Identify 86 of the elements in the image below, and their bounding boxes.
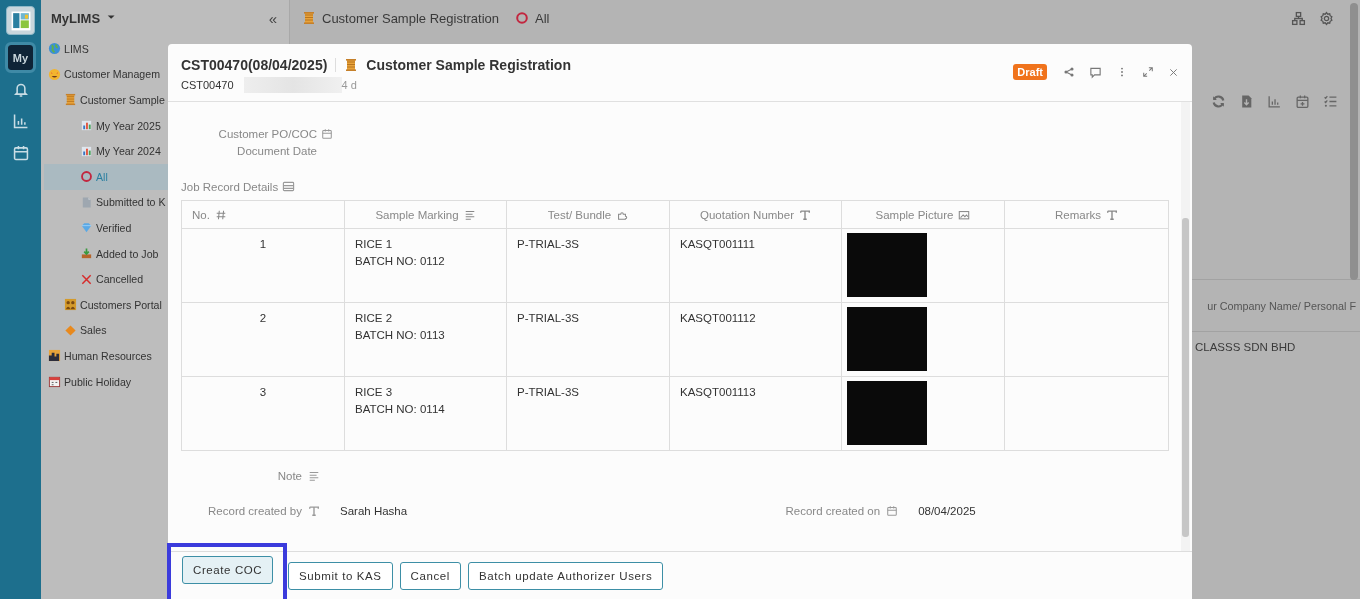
expand-icon[interactable] (1142, 66, 1154, 78)
workspace-badge[interactable]: My (8, 45, 33, 70)
column-header: Sample Picture (842, 201, 1005, 229)
document-icon (80, 195, 93, 209)
table-icon (282, 180, 296, 193)
action-button[interactable]: Create COC (182, 556, 274, 584)
column-header: No. (182, 201, 345, 229)
section-title: Job Record Details (181, 180, 279, 193)
table-cell: 1 (182, 229, 345, 303)
scroll-icon (344, 58, 359, 72)
calendar-icon (886, 505, 899, 517)
city-icon (48, 349, 61, 363)
app-title: MyLIMS (51, 10, 101, 26)
table-cell: P-TRIAL-3S (517, 238, 579, 250)
share-icon[interactable] (1063, 66, 1075, 78)
table-cell: P-TRIAL-3S (517, 312, 579, 324)
table-cell: RICE 1 BATCH NO: 0112 (355, 238, 445, 267)
breadcrumb-link[interactable]: All (535, 10, 550, 26)
text-type-icon (308, 505, 320, 517)
column-header: ur Company Name/ Personal F (1207, 299, 1356, 312)
table-cell: RICE 3 BATCH NO: 0114 (355, 386, 445, 415)
status-badge: Draft (1013, 64, 1047, 80)
field-label: Record created by (208, 505, 302, 517)
sitemap-icon[interactable] (1291, 10, 1306, 26)
globe-icon (48, 42, 61, 56)
scrollbar[interactable] (1181, 102, 1190, 551)
smiling-face-icon (48, 67, 61, 81)
comment-icon[interactable] (1089, 65, 1102, 79)
breadcrumb-link[interactable]: Customer Sample Registration (322, 10, 500, 26)
record-age: 4 d (341, 79, 357, 91)
column-header: Quotation Number (670, 201, 842, 229)
gem-icon (80, 221, 93, 235)
field-value: 08/04/2025 (918, 505, 976, 517)
image-icon (958, 208, 971, 221)
action-button[interactable]: Batch update Authorizer Users (468, 562, 664, 590)
dialog-title: CST00470(08/04/2025) (181, 57, 328, 73)
calendar-icon (321, 127, 333, 140)
action-button[interactable]: Cancel (399, 562, 461, 590)
ring-icon (515, 11, 530, 25)
calendar-icon (48, 375, 61, 388)
table-cell: P-TRIAL-3S (517, 386, 579, 398)
field-label: Document Date (237, 144, 317, 157)
field-label: Record created on (785, 505, 881, 517)
bar-chart-icon (80, 119, 93, 133)
column-header: Sample Marking (345, 201, 507, 229)
download-tray-icon (80, 247, 93, 261)
table-cell: KASQT001111 (680, 238, 755, 250)
file-download-icon[interactable] (1239, 94, 1254, 109)
refresh-icon[interactable] (1211, 94, 1226, 109)
calendar-add-icon[interactable] (1295, 94, 1310, 109)
text-type-icon (799, 208, 811, 221)
field-value: Sarah Hasha (340, 505, 408, 517)
field-label: Note (277, 470, 302, 482)
app-logo[interactable] (6, 6, 35, 35)
form-title: Customer Sample Registration (366, 57, 571, 73)
checklist-icon[interactable] (1323, 94, 1338, 109)
lines-icon (308, 470, 320, 482)
calendar-icon[interactable] (11, 144, 30, 162)
chart-icon[interactable] (1267, 94, 1282, 109)
table-cell: KASQT001112 (680, 312, 756, 324)
close-icon[interactable] (1168, 66, 1179, 78)
table-cell: 3 (182, 377, 345, 451)
settings-icon[interactable] (1319, 10, 1334, 26)
bar-chart-icon (80, 144, 93, 158)
field-label: Customer PO/COC (218, 127, 317, 140)
collapse-button[interactable]: « (268, 9, 277, 27)
ring-icon (80, 170, 93, 184)
table-cell: RICE 2 BATCH NO: 0113 (355, 312, 445, 341)
people-icon (64, 298, 77, 312)
table-cell: 2 (182, 303, 345, 377)
table-cell: CLASSS SDN BHD (1195, 341, 1296, 353)
action-button[interactable]: Submit to KAS (288, 562, 393, 590)
cross-icon (80, 272, 93, 286)
scroll-icon (302, 11, 316, 25)
logo-icon (9, 9, 32, 32)
scroll-icon (64, 93, 77, 107)
lines-icon (463, 208, 476, 221)
table-cell: KASQT001113 (680, 386, 756, 398)
text-type-icon (1106, 208, 1118, 221)
diamond-icon (64, 323, 77, 337)
column-header: Test/ Bundle (507, 201, 670, 229)
record-id: CST00470 (181, 79, 234, 91)
hash-icon (214, 208, 227, 221)
column-header: Remarks (1005, 201, 1169, 229)
chart-icon[interactable] (11, 112, 30, 130)
scrollbar[interactable] (1350, 3, 1358, 280)
